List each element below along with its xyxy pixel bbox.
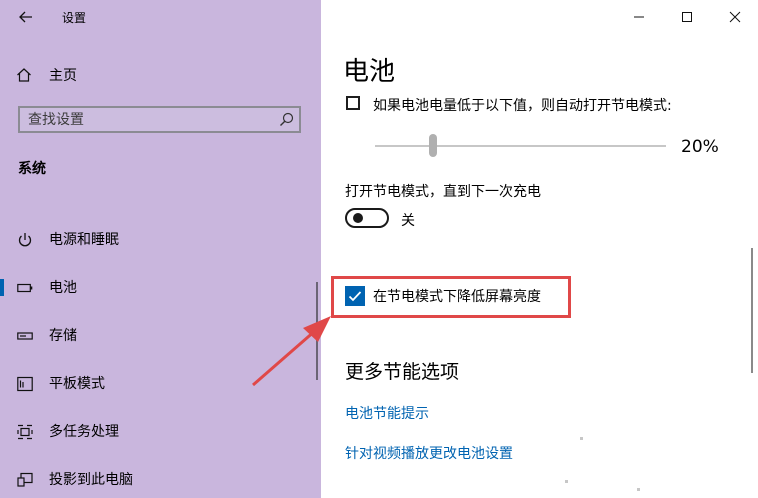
sidebar-item-battery[interactable]: 电池 bbox=[0, 272, 321, 302]
close-icon bbox=[729, 11, 741, 23]
battery-tips-link[interactable]: 电池节能提示 bbox=[345, 403, 429, 423]
storage-icon bbox=[17, 328, 33, 344]
back-arrow-icon bbox=[19, 11, 32, 23]
battery-saver-toggle-caption: 打开节电模式，直到下一次充电 bbox=[345, 184, 541, 200]
minimize-button[interactable] bbox=[627, 6, 651, 28]
main-scrollbar[interactable] bbox=[751, 248, 753, 373]
main-content: 电池 如果电池电量低于以下值，则自动打开节电模式: 20% 打开节电模式，直到下… bbox=[321, 0, 758, 498]
sidebar-item-label: 平板模式 bbox=[49, 376, 105, 392]
sidebar-item-project[interactable]: 投影到此电脑 bbox=[0, 464, 321, 494]
sidebar-item-multitasking[interactable]: 多任务处理 bbox=[0, 416, 321, 446]
sidebar-item-power-sleep[interactable]: 电源和睡眠 bbox=[0, 224, 321, 254]
battery-icon bbox=[17, 280, 33, 296]
minimize-icon bbox=[634, 16, 644, 18]
decorative-dot bbox=[580, 437, 583, 440]
battery-saver-toggle[interactable] bbox=[345, 208, 389, 228]
sidebar-item-label: 存储 bbox=[49, 328, 77, 344]
app-title: 设置 bbox=[62, 11, 87, 25]
toggle-state-label: 关 bbox=[401, 213, 415, 229]
lower-brightness-checkbox[interactable] bbox=[345, 286, 365, 306]
sidebar-scrollbar[interactable] bbox=[316, 282, 318, 380]
auto-saver-label: 如果电池电量低于以下值，则自动打开节电模式: bbox=[373, 98, 672, 114]
page-title: 电池 bbox=[343, 57, 396, 87]
sidebar-item-storage[interactable]: 存储 bbox=[0, 320, 321, 350]
threshold-slider-thumb[interactable] bbox=[429, 134, 438, 157]
tablet-mode-icon bbox=[17, 376, 33, 392]
auto-saver-checkbox[interactable] bbox=[346, 96, 360, 110]
sidebar-item-label: 电池 bbox=[49, 280, 77, 296]
maximize-button[interactable] bbox=[675, 6, 699, 28]
home-icon bbox=[16, 67, 36, 83]
search-box[interactable] bbox=[18, 106, 301, 133]
back-button[interactable] bbox=[14, 6, 38, 28]
sidebar-item-tablet-mode[interactable]: 平板模式 bbox=[0, 368, 321, 398]
sidebar-item-label: 多任务处理 bbox=[49, 424, 119, 440]
more-options-title: 更多节能选项 bbox=[345, 361, 460, 383]
lower-brightness-label: 在节电模式下降低屏幕亮度 bbox=[373, 289, 541, 305]
project-icon bbox=[17, 472, 33, 488]
home-label: 主页 bbox=[49, 68, 77, 84]
sidebar-item-label: 电源和睡眠 bbox=[49, 232, 119, 248]
close-button[interactable] bbox=[723, 6, 747, 28]
maximize-icon bbox=[682, 12, 692, 22]
threshold-slider-track[interactable] bbox=[375, 145, 666, 147]
checkmark-icon bbox=[348, 291, 362, 302]
decorative-dot bbox=[637, 488, 640, 491]
home-nav-item[interactable]: 主页 bbox=[16, 64, 77, 86]
toggle-knob bbox=[353, 213, 363, 223]
search-icon[interactable] bbox=[279, 112, 294, 131]
search-input[interactable] bbox=[20, 108, 268, 131]
section-title: 系统 bbox=[18, 161, 46, 177]
video-playback-battery-link[interactable]: 针对视频播放更改电池设置 bbox=[345, 443, 513, 463]
decorative-dot bbox=[565, 480, 568, 483]
multitasking-icon bbox=[17, 424, 33, 440]
sidebar-item-label: 投影到此电脑 bbox=[49, 472, 133, 488]
sidebar: 设置 主页 系统 电源和睡眠 bbox=[0, 0, 321, 498]
threshold-value: 20% bbox=[681, 137, 719, 157]
power-icon bbox=[17, 232, 33, 248]
